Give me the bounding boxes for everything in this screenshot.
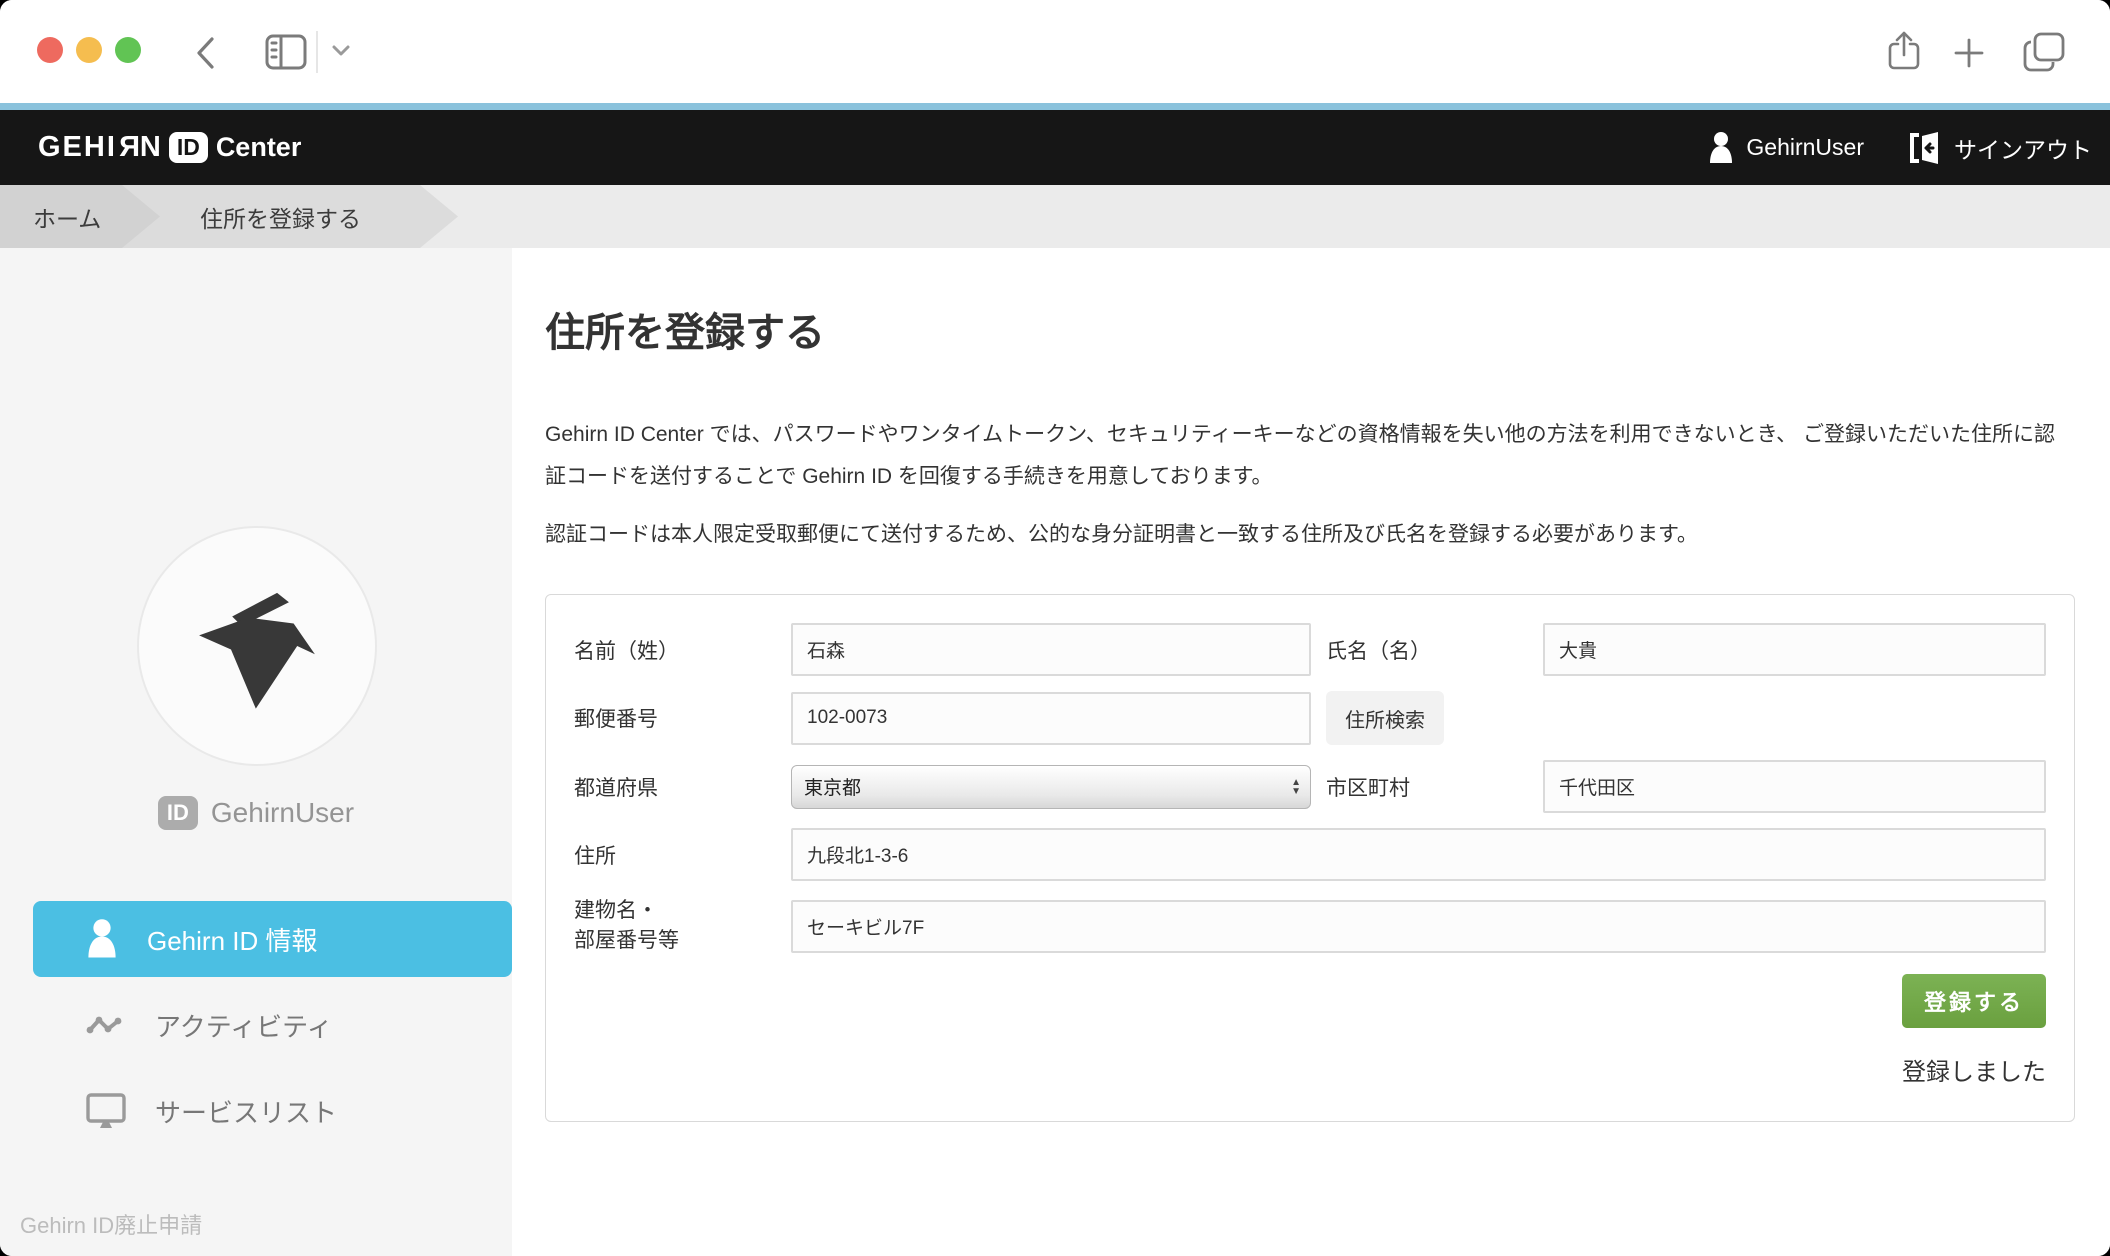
new-tab-icon[interactable]	[1952, 36, 1986, 70]
sidebar-item-gehirn-id-info[interactable]: Gehirn ID 情報	[33, 901, 512, 977]
browser-toolbar	[0, 0, 2110, 103]
gehirn-g-logo-icon	[172, 581, 342, 711]
first-name-label: 氏名（名）	[1326, 635, 1528, 665]
address-form-panel: 名前（姓） 氏名（名） 郵便番号 住所検索 都道府県	[545, 594, 2075, 1122]
sidebar-item-label: サービスリスト	[155, 1093, 337, 1130]
signout-label: サインアウト	[1954, 131, 2092, 165]
form-row-postal: 郵便番号 住所検索	[574, 691, 2046, 745]
logo-suffix-text: Center	[216, 132, 302, 163]
screen: GEHIRN ID Center GehirnUser	[0, 0, 2110, 1256]
minimize-window-button[interactable]	[76, 37, 102, 63]
account-deletion-link[interactable]: Gehirn ID廃止申請	[20, 1208, 202, 1240]
address-label: 住所	[574, 840, 776, 870]
zoom-window-button[interactable]	[115, 37, 141, 63]
intro-paragraph-2: 認証コードは本人限定受取郵便にて送付するため、公的な身分証明書と一致する住所及び…	[545, 514, 2069, 556]
header-user-menu[interactable]: GehirnUser	[1708, 131, 1864, 165]
user-icon	[1708, 131, 1734, 165]
page-title: 住所を登録する	[545, 300, 2067, 358]
monitor-icon	[85, 1092, 127, 1130]
sidebar: ID GehirnUser Gehirn ID 情報	[0, 248, 512, 1256]
building-field[interactable]	[791, 900, 2046, 953]
form-row-name: 名前（姓） 氏名（名）	[574, 623, 2046, 676]
first-name-field[interactable]	[1543, 623, 2046, 676]
register-button[interactable]: 登録する	[1902, 974, 2046, 1028]
toolbar-accent-line	[0, 103, 2110, 110]
city-label: 市区町村	[1326, 772, 1528, 802]
traffic-lights	[37, 37, 141, 63]
back-icon[interactable]	[191, 33, 221, 73]
gehirn-logo[interactable]: GEHIRN ID Center	[38, 131, 301, 164]
last-name-field[interactable]	[791, 623, 1311, 676]
content-area: ID GehirnUser Gehirn ID 情報	[0, 248, 2110, 1256]
prefecture-selected-value: 東京都	[804, 773, 861, 800]
form-row-building: 建物名・ 部屋番号等	[574, 896, 2046, 956]
form-row-prefecture: 都道府県 東京都 ▲▼ 市区町村	[574, 760, 2046, 813]
last-name-label: 名前（姓）	[574, 635, 776, 665]
share-icon[interactable]	[1886, 30, 1922, 74]
status-message: 登録しました	[574, 1052, 2046, 1087]
sidebar-item-label: アクティビティ	[155, 1007, 333, 1044]
prefecture-select[interactable]: 東京都 ▲▼	[791, 765, 1311, 809]
sidebar-item-service-list[interactable]: サービスリスト	[33, 1073, 512, 1149]
activity-icon	[85, 1012, 127, 1038]
city-field[interactable]	[1543, 760, 2046, 813]
main-content: 住所を登録する Gehirn ID Center では、パスワードやワンタイムト…	[512, 248, 2110, 1256]
prefecture-label: 都道府県	[574, 772, 776, 802]
profile-id-badge: ID	[158, 796, 198, 830]
avatar	[137, 526, 377, 766]
signout-button[interactable]: サインアウト	[1908, 131, 2092, 165]
app-header: GEHIRN ID Center GehirnUser	[0, 110, 2110, 185]
sidebar-item-label: Gehirn ID 情報	[147, 921, 318, 958]
logo-id-badge: ID	[169, 132, 208, 163]
header-user-name: GehirnUser	[1746, 134, 1864, 161]
logo-brand-text: GEHIRN	[38, 131, 163, 164]
close-window-button[interactable]	[37, 37, 63, 63]
submit-row: 登録する	[574, 974, 2046, 1028]
postal-label: 郵便番号	[574, 703, 776, 733]
address-search-button[interactable]: 住所検索	[1326, 691, 1444, 745]
intro-paragraph-1: Gehirn ID Center では、パスワードやワンタイムトークン、セキュリ…	[545, 414, 2069, 498]
building-label: 建物名・ 部屋番号等	[574, 896, 776, 956]
profile-row: ID GehirnUser	[0, 796, 512, 830]
breadcrumb: 住所を登録する ホーム	[0, 185, 2110, 248]
chevron-down-icon[interactable]	[329, 43, 353, 59]
sidebar-menu: Gehirn ID 情報 アクティビティ	[33, 901, 512, 1149]
form-row-address: 住所	[574, 828, 2046, 881]
person-icon	[85, 918, 119, 960]
signout-icon	[1908, 131, 1942, 165]
sidebar-toggle-icon[interactable]	[264, 32, 308, 72]
browser-window: GEHIRN ID Center GehirnUser	[0, 0, 2110, 1256]
toolbar-divider	[316, 31, 318, 73]
address-field[interactable]	[791, 828, 2046, 881]
postal-code-field[interactable]	[791, 692, 1311, 745]
select-stepper-icon: ▲▼	[1291, 778, 1301, 796]
profile-name: GehirnUser	[211, 797, 354, 829]
sidebar-item-activity[interactable]: アクティビティ	[33, 987, 512, 1063]
tab-overview-icon[interactable]	[2021, 30, 2067, 74]
header-right: GehirnUser サインアウト	[1708, 131, 2092, 165]
